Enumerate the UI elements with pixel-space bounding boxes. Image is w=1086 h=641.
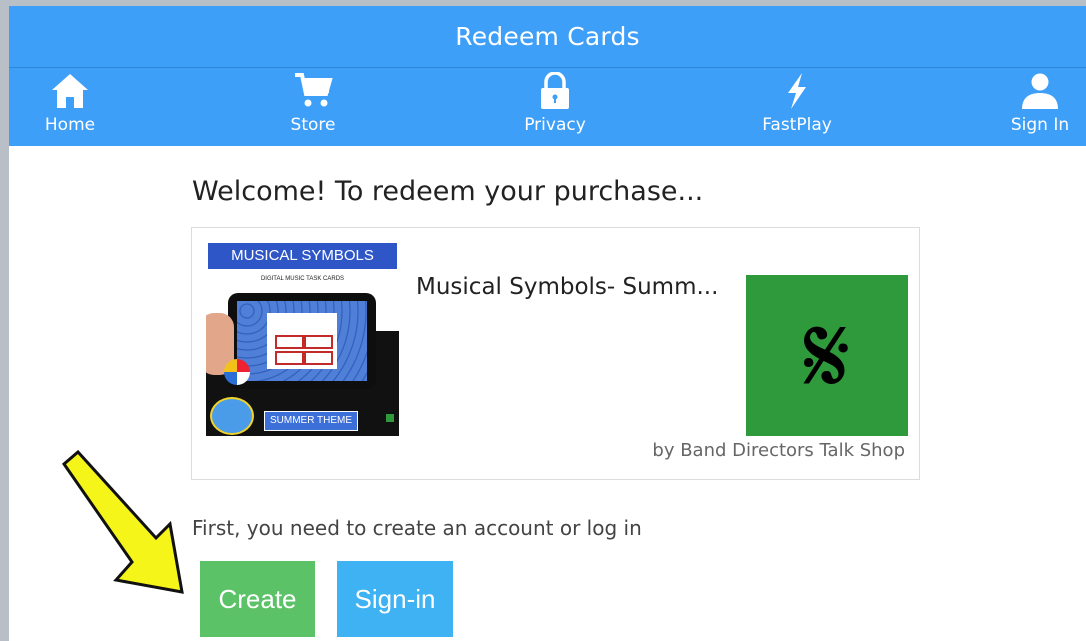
cart-icon xyxy=(295,73,333,107)
product-thumbnail: MUSICAL SYMBOLS DIGITAL MUSIC TASK CARDS… xyxy=(206,241,399,436)
welcome-heading: Welcome! To redeem your purchase... xyxy=(192,176,704,207)
sign-in-button[interactable]: Sign-in xyxy=(337,561,453,637)
thumbnail-tablet xyxy=(228,293,376,389)
nav-label-store: Store xyxy=(290,115,336,135)
segno-icon: 𝄋 xyxy=(803,291,851,420)
publisher-logo: 𝄋 xyxy=(746,275,908,436)
nav-label-privacy: Privacy xyxy=(524,115,586,135)
thumbnail-tiny-logo xyxy=(386,414,394,422)
thumbnail-beach-ball xyxy=(224,359,250,385)
product-card: MUSICAL SYMBOLS DIGITAL MUSIC TASK CARDS… xyxy=(191,227,920,480)
lightning-icon xyxy=(788,73,806,109)
yellow-arrow-annotation xyxy=(61,450,184,594)
create-button[interactable]: Create xyxy=(200,561,315,637)
page-header: Redeem Cards xyxy=(9,6,1086,68)
nav-item-fastplay[interactable]: FastPlay xyxy=(737,72,857,144)
nav-label-fastplay: FastPlay xyxy=(762,115,832,135)
nav-item-store[interactable]: Store xyxy=(253,72,373,144)
thumbnail-subtitle: DIGITAL MUSIC TASK CARDS xyxy=(260,276,345,282)
home-icon xyxy=(52,74,88,108)
account-prompt: First, you need to create an account or … xyxy=(192,516,642,540)
nav-label-home: Home xyxy=(44,115,96,135)
thumbnail-bam-badge xyxy=(210,397,254,435)
product-title[interactable]: Musical Symbols- Summ... xyxy=(416,274,718,300)
nav-item-privacy[interactable]: Privacy xyxy=(495,72,615,144)
nav-item-home[interactable]: Home xyxy=(10,72,130,144)
thumbnail-title-banner: MUSICAL SYMBOLS xyxy=(206,241,399,271)
nav-label-sign-in: Sign In xyxy=(1010,115,1070,135)
author-byline: by Band Directors Talk Shop xyxy=(652,440,905,461)
nav-bar: Home Store Privacy FastPlay Sign In xyxy=(9,68,1086,146)
lock-icon xyxy=(541,72,569,109)
nav-item-sign-in[interactable]: Sign In xyxy=(980,72,1086,144)
thumbnail-footer-banner: SUMMER THEME xyxy=(264,411,358,431)
page-title: Redeem Cards xyxy=(455,22,640,51)
user-icon xyxy=(1022,73,1058,109)
